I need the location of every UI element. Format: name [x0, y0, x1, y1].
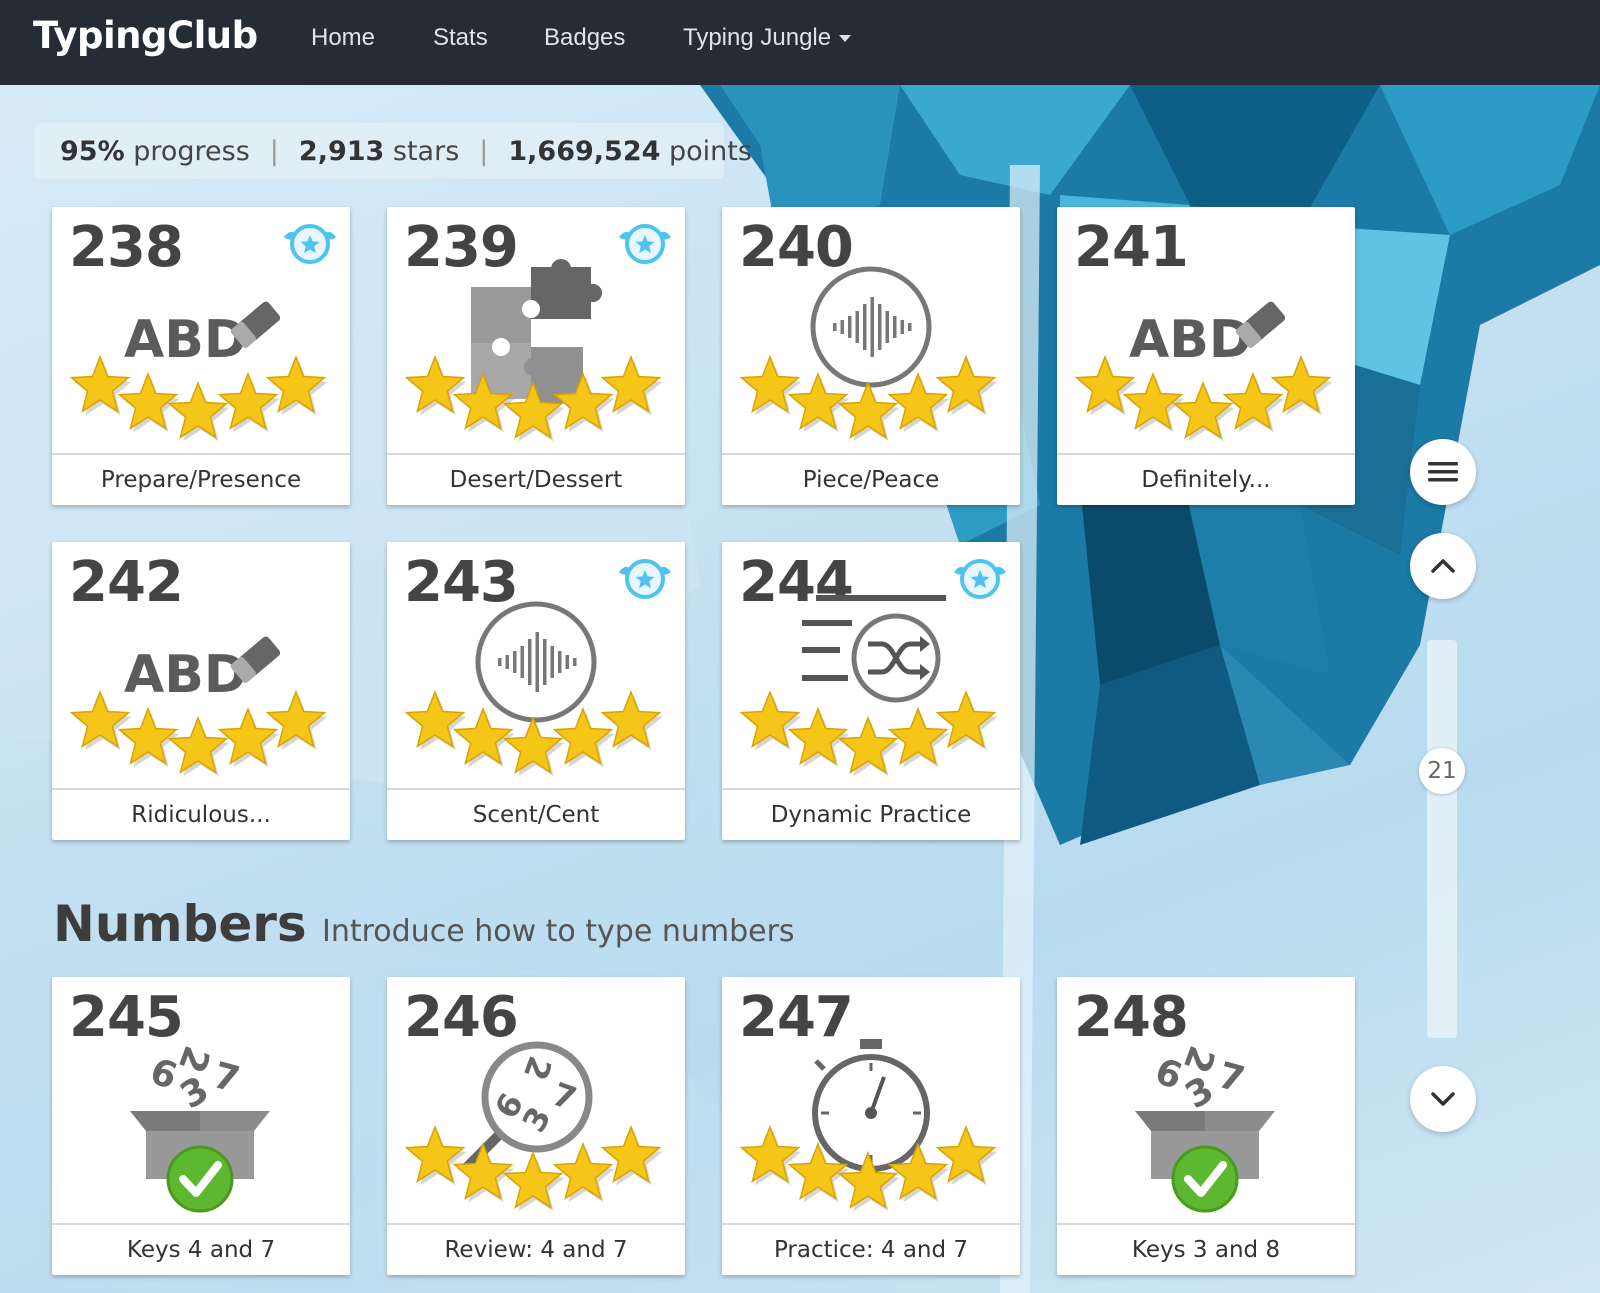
scroll-thumb[interactable]: 21 — [1419, 748, 1465, 794]
progress-value: 95% — [60, 135, 125, 167]
progress-summary: 95% progress | 2,913 stars | 1,669,524 p… — [34, 123, 752, 179]
stars-value: 2,913 — [298, 135, 385, 167]
lesson-art — [404, 601, 663, 777]
lesson-art — [404, 259, 663, 442]
sound-wave-icon — [810, 266, 932, 388]
lesson-title: Keys 4 and 7 — [52, 1223, 350, 1275]
lesson-title: Definitely... — [1057, 453, 1355, 505]
lesson-art: ABD — [69, 636, 328, 777]
page-indicator: 21 — [1427, 758, 1457, 784]
lesson-art: ABD — [69, 301, 328, 442]
eraser-abc-icon: ABD — [124, 636, 281, 705]
section-title: Numbers — [53, 895, 307, 953]
lesson-card[interactable]: 243 Scent/Cent — [387, 542, 685, 840]
lesson-art: 6 2 3 7 — [1135, 1041, 1275, 1213]
chevron-down-icon — [1431, 1092, 1455, 1106]
svg-text:ABD: ABD — [124, 645, 247, 705]
nav-home-link[interactable]: Home — [311, 24, 375, 52]
lesson-art: 6 2 3 7 — [130, 1041, 270, 1213]
lesson-card[interactable]: 238 ABD Prepare/Presence — [52, 207, 350, 505]
lesson-card[interactable]: 245 6 2 3 7 Keys 4 and 7 — [52, 977, 350, 1275]
lesson-art — [739, 595, 998, 777]
lesson-title: Practice: 4 and 7 — [722, 1223, 1020, 1275]
lesson-title: Desert/Dessert — [387, 453, 685, 505]
lesson-title: Dynamic Practice — [722, 788, 1020, 840]
lesson-art — [739, 1039, 998, 1212]
lesson-art: 6 2 3 7 — [404, 1041, 663, 1212]
star-rating — [739, 354, 998, 442]
nav-course-dropdown[interactable]: Typing Jungle — [683, 24, 852, 52]
lesson-title: Ridiculous... — [52, 788, 350, 840]
chevron-up-icon — [1431, 559, 1455, 573]
scroll-up-button[interactable] — [1410, 533, 1476, 599]
points-value: 1,669,524 — [508, 135, 661, 167]
divider: | — [479, 135, 489, 167]
lesson-card[interactable]: 247 Practice: 4 and 7 — [722, 977, 1020, 1275]
number-box-check-icon: 6 2 3 7 — [130, 1041, 270, 1213]
lesson-art — [739, 266, 998, 442]
lesson-card[interactable]: 239 Desert/Dessert — [387, 207, 685, 505]
caret-down-icon — [839, 35, 852, 43]
scroll-down-button[interactable] — [1410, 1066, 1476, 1132]
lesson-card[interactable]: 244 Dynamic Practice — [722, 542, 1020, 840]
divider: | — [269, 135, 279, 167]
lesson-title: Piece/Peace — [722, 453, 1020, 505]
stopwatch-icon — [812, 1039, 930, 1172]
lesson-card[interactable]: 242 ABD Ridiculous... — [52, 542, 350, 840]
lesson-title: Scent/Cent — [387, 788, 685, 840]
section-subtitle: Introduce how to type numbers — [322, 914, 795, 949]
eraser-abc-icon: ABD — [1129, 301, 1286, 370]
nav-badges-link[interactable]: Badges — [544, 24, 625, 52]
brand-logo[interactable]: TypingClub — [33, 14, 258, 57]
star-rating — [404, 689, 663, 777]
svg-text:ABD: ABD — [124, 310, 247, 370]
nav-stats-link[interactable]: Stats — [433, 24, 488, 52]
svg-text:ABD: ABD — [1129, 310, 1252, 370]
sound-wave-icon — [475, 601, 597, 723]
lesson-art: ABD — [1074, 301, 1333, 442]
progress-label: progress — [133, 135, 250, 167]
hamburger-menu-icon — [1428, 462, 1458, 482]
number-box-check-icon: 6 2 3 7 — [1135, 1041, 1275, 1213]
lesson-title: Keys 3 and 8 — [1057, 1223, 1355, 1275]
scroll-track[interactable] — [1427, 640, 1457, 1038]
lesson-title: Review: 4 and 7 — [387, 1223, 685, 1275]
lesson-card[interactable]: 246 6 2 3 7 Review: 4 and 7 — [387, 977, 685, 1275]
lesson-title: Prepare/Presence — [52, 453, 350, 505]
menu-button[interactable] — [1410, 439, 1476, 505]
lesson-card[interactable]: 248 6 2 3 7 Keys 3 and 8 — [1057, 977, 1355, 1275]
star-rating — [739, 689, 998, 777]
points-label: points — [669, 135, 752, 167]
stars-label: stars — [392, 135, 460, 167]
top-navbar: TypingClub Home Stats Badges Typing Jung… — [0, 0, 1600, 85]
course-dropdown-label: Typing Jungle — [683, 24, 832, 51]
lesson-card[interactable]: 240 Piece/Peace — [722, 207, 1020, 505]
shuffle-list-icon — [802, 595, 946, 703]
eraser-abc-icon: ABD — [124, 301, 281, 370]
lesson-card[interactable]: 241 ABD Definitely... — [1057, 207, 1355, 505]
